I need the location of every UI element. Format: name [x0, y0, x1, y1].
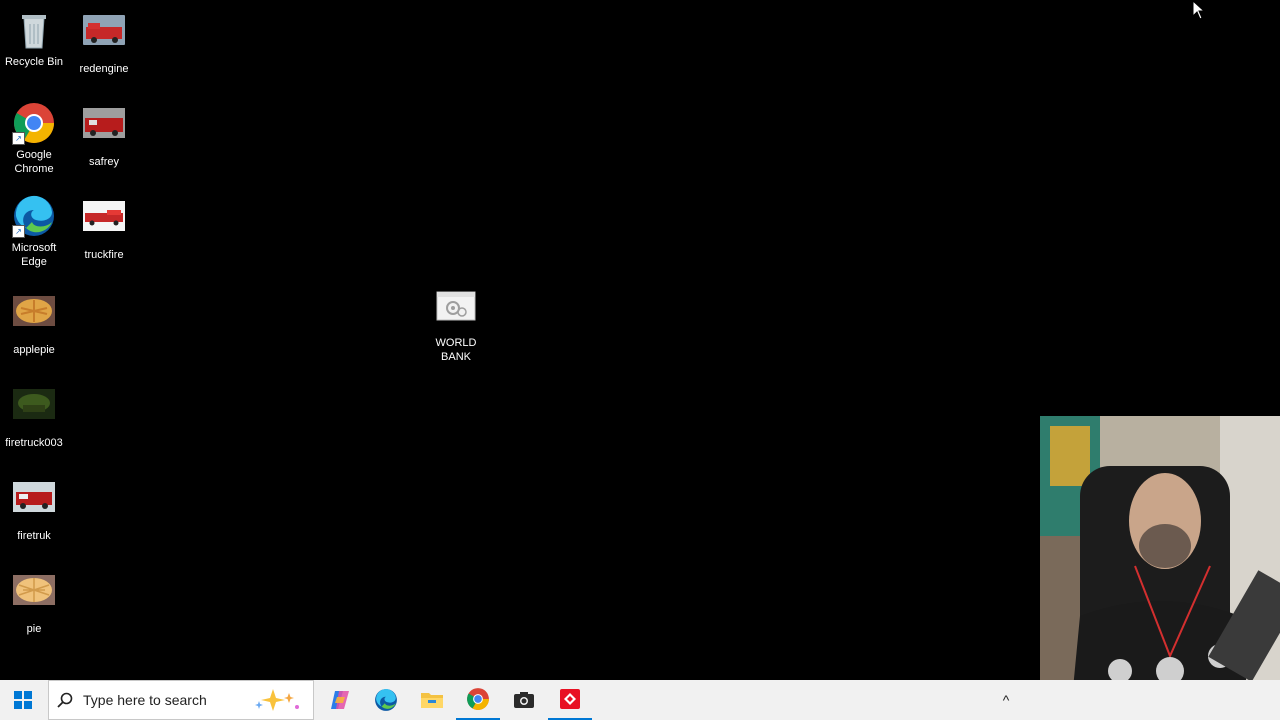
image-thumbnail-icon	[82, 201, 126, 245]
image-thumbnail-icon	[82, 15, 126, 59]
camera-icon	[514, 692, 534, 708]
recycle-bin-icon	[12, 8, 56, 52]
taskbar-chrome-button[interactable]	[456, 680, 500, 720]
desktop-icon-firetruk[interactable]: firetruk	[2, 480, 66, 543]
desktop-icon-label: Google Chrome	[14, 149, 54, 175]
recorder-icon	[560, 689, 580, 709]
copilot-icon	[331, 691, 349, 709]
desktop-icon-label: pie	[26, 623, 42, 635]
taskbar-camera-button[interactable]	[502, 680, 546, 720]
taskbar-edge-button[interactable]	[364, 680, 408, 720]
desktop-icon-applepie[interactable]: applepie	[2, 294, 66, 357]
file-explorer-icon	[421, 693, 443, 708]
taskbar: Type here to search ^	[0, 680, 1280, 720]
show-hidden-icons-button[interactable]: ^	[994, 680, 1018, 720]
image-thumbnail-icon	[12, 389, 56, 433]
chevron-up-icon: ^	[1002, 692, 1010, 708]
search-placeholder: Type here to search	[83, 692, 207, 708]
desktop-icon-world-bank[interactable]: WORLD BANK	[424, 290, 488, 364]
desktop-icon-label: safrey	[89, 156, 119, 168]
desktop-icon-label: Microsoft Edge	[11, 242, 57, 268]
image-thumbnail-icon	[12, 296, 56, 340]
desktop-icon-label: redengine	[79, 63, 129, 75]
desktop-icon-safrey[interactable]: safrey	[72, 101, 136, 169]
taskbar-copilot-button[interactable]	[318, 680, 362, 720]
desktop-icon-microsoft-edge[interactable]: ↗ Microsoft Edge	[2, 194, 66, 269]
windows-logo-icon	[14, 691, 32, 709]
mouse-cursor-icon	[1192, 0, 1206, 25]
shortcut-arrow-icon: ↗	[12, 225, 25, 238]
taskbar-file-explorer-button[interactable]	[410, 680, 454, 720]
desktop-icon-label: firetruk	[17, 530, 51, 542]
desktop-icon-label: truckfire	[84, 249, 124, 261]
search-highlights-icon	[255, 689, 299, 711]
desktop-icon-recycle-bin[interactable]: Recycle Bin	[2, 8, 66, 69]
shortcut-arrow-icon: ↗	[12, 132, 25, 145]
edge-icon	[375, 689, 397, 711]
image-thumbnail-icon	[12, 482, 56, 526]
taskbar-recorder-button[interactable]	[548, 680, 592, 720]
desktop-icon-firetruck003[interactable]: firetruck003	[2, 387, 66, 450]
start-button[interactable]	[0, 680, 46, 720]
image-thumbnail-icon	[82, 108, 126, 152]
desktop-icon-label: firetruck003	[5, 437, 63, 449]
webcam-overlay	[1040, 416, 1280, 720]
desktop-icon-label: Recycle Bin	[4, 56, 64, 68]
chrome-icon	[467, 688, 489, 710]
taskbar-search-box[interactable]: Type here to search	[48, 680, 314, 720]
desktop-icon-label: WORLD BANK	[435, 337, 477, 363]
image-thumbnail-icon	[12, 575, 56, 619]
search-icon	[57, 692, 73, 708]
chrome-icon: ↗	[12, 101, 56, 145]
desktop-icon-redengine[interactable]: redengine	[72, 8, 136, 76]
edge-icon: ↗	[12, 194, 56, 238]
desktop-icon-pie[interactable]: pie	[2, 573, 66, 636]
desktop-icon-label: applepie	[13, 344, 55, 356]
desktop-icon-truckfire[interactable]: truckfire	[72, 194, 136, 262]
settings-file-icon	[434, 290, 478, 334]
desktop-icon-google-chrome[interactable]: ↗ Google Chrome	[2, 101, 66, 176]
